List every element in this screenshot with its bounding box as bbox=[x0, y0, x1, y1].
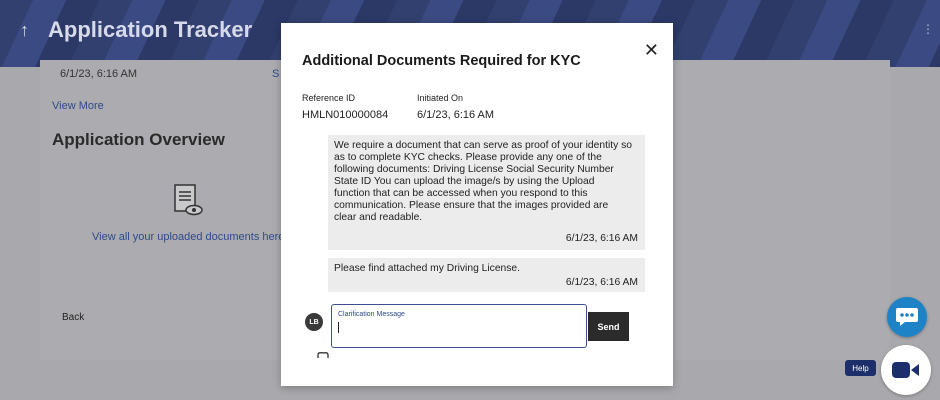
message-bubble: Please find attached my Driving License.… bbox=[328, 258, 645, 292]
clarification-message-input[interactable]: Clarification Message bbox=[331, 304, 587, 348]
close-icon[interactable]: ✕ bbox=[644, 41, 659, 59]
message-timestamp: 6/1/23, 6:16 AM bbox=[565, 277, 638, 288]
help-button[interactable]: Help bbox=[845, 360, 876, 376]
application-date: 6/1/23, 6:16 AM bbox=[60, 68, 138, 80]
video-call-button[interactable] bbox=[881, 345, 931, 395]
kyc-document-modal: Additional Documents Required for KYC ✕ … bbox=[281, 23, 673, 386]
view-more-link[interactable]: View More bbox=[52, 100, 104, 112]
chatbot-button[interactable] bbox=[887, 297, 927, 337]
message-bubble: We require a document that can serve as … bbox=[328, 135, 645, 250]
initiated-on-label: Initiated On bbox=[417, 93, 464, 103]
text-caret bbox=[338, 322, 339, 333]
document-view-icon[interactable] bbox=[173, 183, 203, 217]
reference-id-value: HMLN010000084 bbox=[302, 109, 389, 121]
modal-title: Additional Documents Required for KYC bbox=[302, 53, 581, 69]
message-text: We require a document that can serve as … bbox=[334, 140, 633, 223]
attachment-icon[interactable] bbox=[317, 352, 329, 358]
back-button[interactable]: Back bbox=[62, 312, 84, 323]
chat-bubble-icon bbox=[896, 308, 918, 326]
more-icon[interactable]: ⋮ bbox=[922, 22, 934, 36]
avatar: LB bbox=[305, 313, 323, 331]
message-timestamp: 6/1/23, 6:16 AM bbox=[565, 233, 638, 244]
page-title: Application Tracker bbox=[48, 17, 253, 42]
view-all-documents-link[interactable]: View all your uploaded documents here bbox=[92, 231, 284, 243]
input-label: Clarification Message bbox=[338, 311, 405, 318]
status-text: S bbox=[272, 68, 280, 80]
back-arrow-icon[interactable]: ↑ bbox=[20, 20, 29, 41]
video-camera-icon bbox=[892, 362, 919, 378]
message-text: Please find attached my Driving License. bbox=[334, 263, 521, 274]
reference-id-label: Reference ID bbox=[302, 93, 356, 103]
initiated-on-value: 6/1/23, 6:16 AM bbox=[417, 109, 495, 121]
send-button[interactable]: Send bbox=[588, 312, 629, 341]
section-title: Application Overview bbox=[52, 130, 225, 149]
